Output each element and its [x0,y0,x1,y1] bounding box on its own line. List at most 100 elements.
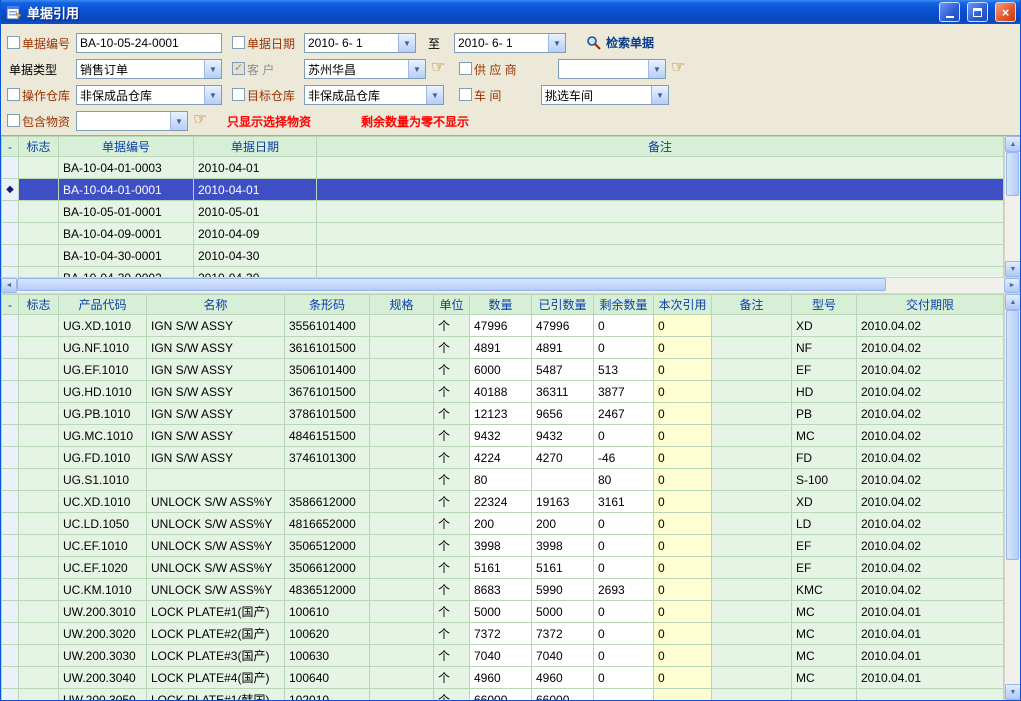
cell[interactable]: 5161 [532,557,594,579]
doc-table-vertical-scrollbar[interactable]: ▲ ▼ [1004,136,1020,277]
column-header[interactable]: - [2,137,19,157]
cell[interactable] [19,315,59,337]
cell[interactable]: 0 [654,359,712,381]
cell[interactable]: 2010.04.02 [857,513,1004,535]
cell[interactable]: 100630 [285,645,370,667]
doc-date-checkbox[interactable] [232,36,245,49]
cell[interactable]: 3556101400 [285,315,370,337]
cell[interactable]: 个 [434,491,470,513]
cell[interactable] [317,223,1004,245]
cell[interactable] [2,535,19,557]
scroll-up-icon[interactable]: ▲ [1005,136,1020,152]
doc-no-checkbox[interactable] [7,36,20,49]
scroll-right-icon[interactable]: ► [1004,278,1020,293]
cell[interactable]: UNLOCK S/W ASS%Y [147,557,285,579]
cell[interactable]: UG.PB.1010 [59,403,147,425]
doc-type-select[interactable]: 销售订单 ▼ [76,59,222,79]
material-browse-icon[interactable] [193,112,217,129]
cell[interactable]: 2010.04.02 [857,535,1004,557]
cell[interactable]: 2010.04.01 [857,623,1004,645]
cell[interactable]: 0 [594,535,654,557]
cell[interactable]: 5990 [532,579,594,601]
material-select[interactable]: ▼ [76,111,188,131]
cell[interactable] [285,469,370,491]
cell[interactable]: UW.200.3040 [59,667,147,689]
cell[interactable]: 19163 [532,491,594,513]
cell[interactable] [19,337,59,359]
chevron-down-icon[interactable]: ▼ [408,60,425,78]
cell[interactable]: 0 [654,469,712,491]
cell[interactable] [2,667,19,689]
cell[interactable]: 5000 [470,601,532,623]
cell[interactable]: 3506101400 [285,359,370,381]
cell[interactable] [370,601,434,623]
cell[interactable] [2,623,19,645]
cell[interactable] [19,425,59,447]
column-header[interactable]: 规格 [370,295,434,315]
cell[interactable]: 66000 [470,689,532,701]
cell[interactable] [2,337,19,359]
chevron-down-icon[interactable]: ▼ [548,34,565,52]
cell[interactable] [712,623,792,645]
cell[interactable]: 0 [654,337,712,359]
cell[interactable]: BA-10-04-30-0002 [59,267,194,278]
cell[interactable]: NF [792,337,857,359]
cell[interactable] [19,623,59,645]
cell[interactable] [19,267,59,278]
cell[interactable]: 2010.04.02 [857,337,1004,359]
cell[interactable]: 0 [594,623,654,645]
cell[interactable] [370,381,434,403]
column-header[interactable]: 剩余数量 [594,295,654,315]
cell[interactable] [2,469,19,491]
chevron-down-icon[interactable]: ▼ [648,60,665,78]
cell[interactable]: 102010 [285,689,370,701]
cell[interactable] [712,381,792,403]
cell[interactable]: 0 [654,381,712,403]
cell[interactable] [2,579,19,601]
cell[interactable]: UNLOCK S/W ASS%Y [147,579,285,601]
cell[interactable]: 100620 [285,623,370,645]
cell[interactable]: 9432 [532,425,594,447]
cell[interactable]: LOCK PLATE#2(国产) [147,623,285,645]
cell[interactable]: UC.KM.1010 [59,579,147,601]
cell[interactable]: 80 [470,469,532,491]
cell[interactable]: 0 [654,315,712,337]
cell[interactable]: UG.HD.1010 [59,381,147,403]
search-docs-button[interactable]: 检索单据 [586,34,654,51]
chevron-down-icon[interactable]: ▼ [426,86,443,104]
cell[interactable]: -46 [594,447,654,469]
cell[interactable] [2,557,19,579]
item-table-row[interactable]: UG.PB.1010IGN S/W ASSY3786101500个1212396… [2,403,1004,425]
cell[interactable]: ◆ [2,179,19,201]
column-header[interactable]: 单据日期 [194,137,317,157]
cell[interactable]: 2010-04-09 [194,223,317,245]
cell[interactable]: IGN S/W ASSY [147,381,285,403]
cell[interactable] [370,623,434,645]
cell[interactable]: 个 [434,579,470,601]
cell[interactable]: 3616101500 [285,337,370,359]
cell[interactable] [2,201,19,223]
cell[interactable]: 4960 [470,667,532,689]
cell[interactable] [712,535,792,557]
item-table-row[interactable]: UW.200.3050LOCK PLATE#1(韩国)102010个660006… [2,689,1004,701]
cell[interactable]: 个 [434,513,470,535]
doc-no-input[interactable] [76,33,222,53]
cell[interactable] [712,337,792,359]
cell[interactable]: 个 [434,315,470,337]
cell[interactable] [317,201,1004,223]
cell[interactable] [19,601,59,623]
cell[interactable]: 3998 [532,535,594,557]
cell[interactable]: BA-10-04-01-0003 [59,157,194,179]
cell[interactable]: 200 [532,513,594,535]
item-table-row[interactable]: UC.KM.1010UNLOCK S/W ASS%Y4836512000个868… [2,579,1004,601]
cell[interactable]: 36311 [532,381,594,403]
cell[interactable]: 4836512000 [285,579,370,601]
cell[interactable]: 4270 [532,447,594,469]
cell[interactable]: HD [792,381,857,403]
cell[interactable]: UW.200.3030 [59,645,147,667]
cell[interactable] [370,447,434,469]
cell[interactable]: 6000 [470,359,532,381]
date-from-select[interactable]: 2010- 6- 1 ▼ [304,33,416,53]
cell[interactable]: IGN S/W ASSY [147,337,285,359]
cell[interactable] [712,579,792,601]
